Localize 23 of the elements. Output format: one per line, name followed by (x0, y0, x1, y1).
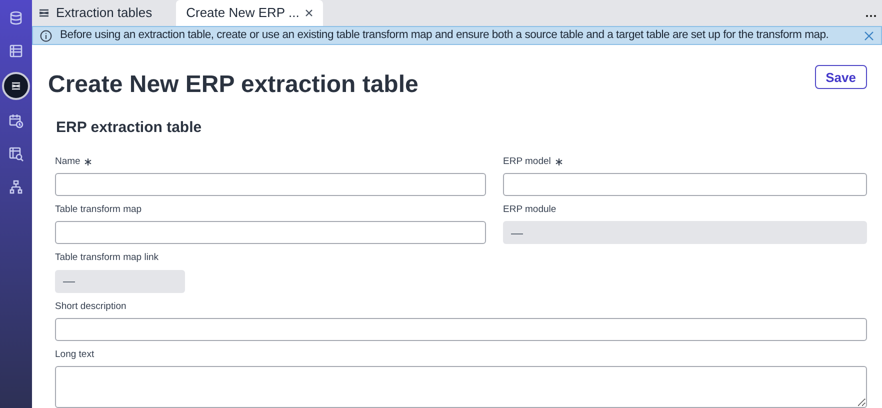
field-label: Table transform map (55, 203, 142, 217)
input-field[interactable] (55, 173, 486, 196)
field-label: ERP module (503, 203, 556, 217)
read-only-field[interactable]: — (503, 221, 867, 244)
section-title: ERP extraction table (56, 118, 203, 138)
input-field[interactable] (503, 173, 867, 196)
input-field[interactable] (55, 221, 486, 244)
field-label: Short description (55, 300, 126, 314)
banner-text: Before using an extraction table, create or use an existing table transform map and ensure both a source table and a target table are set up for the transform map. (60, 28, 830, 44)
page-title: Create New ERP extraction table (48, 70, 418, 100)
field-label: ERP model (503, 154, 551, 169)
field-label: Name (55, 154, 80, 169)
close-icon[interactable] (305, 9, 314, 17)
info-icon (40, 30, 52, 42)
field-label: Long text (55, 348, 94, 362)
flow-icon (38, 7, 50, 19)
field-label: Table transform map link (55, 251, 158, 266)
tab[interactable]: Extraction tables (36, 0, 162, 26)
read-only-field[interactable]: — (55, 270, 185, 292)
flow-icon[interactable] (2, 72, 30, 100)
save-button[interactable]: Save (814, 65, 867, 90)
tab[interactable]: Create New ERP ... (176, 0, 324, 26)
input-field[interactable] (55, 318, 867, 341)
